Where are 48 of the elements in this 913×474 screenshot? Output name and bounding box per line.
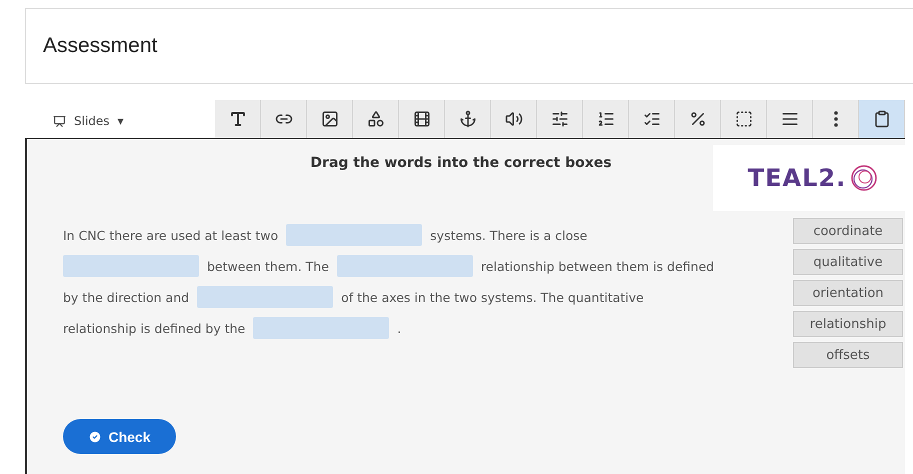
toolbar-button[interactable] — [859, 100, 905, 138]
word-chip[interactable]: relationship — [793, 311, 903, 337]
dashed-square-icon — [734, 110, 752, 128]
check-icon — [88, 430, 102, 444]
sentence-text: systems. There is a close — [430, 228, 588, 242]
sentence-text: between them. The — [207, 258, 329, 274]
numbered-list-icon — [596, 110, 614, 128]
shapes-icon — [366, 110, 384, 128]
toolbar-button[interactable] — [399, 100, 445, 138]
toolbar-button[interactable] — [261, 100, 307, 138]
toolbar-button[interactable] — [629, 100, 675, 138]
toolbar-button[interactable] — [583, 100, 629, 138]
toolbar-button[interactable] — [491, 100, 537, 138]
word-chip[interactable]: offsets — [793, 342, 903, 368]
sentence-text: relationship between them is defined — [480, 258, 714, 274]
toolbar-button[interactable] — [537, 100, 583, 138]
toolbar-button[interactable] — [445, 100, 491, 138]
rings-icon — [850, 164, 878, 192]
toolbar-button[interactable] — [307, 100, 353, 138]
percent-icon — [688, 110, 706, 128]
check-button[interactable]: Check — [63, 419, 176, 454]
sentence-text: . — [397, 320, 402, 336]
speaker-icon — [504, 110, 522, 128]
slides-icon — [53, 114, 66, 128]
title-field[interactable]: Assessment — [25, 8, 913, 84]
sentence-text: by the direction and — [63, 290, 190, 304]
sliders-icon — [550, 110, 568, 128]
toolbar-button[interactable] — [721, 100, 767, 138]
toolbar-button[interactable] — [353, 100, 399, 138]
word-chip[interactable]: orientation — [793, 280, 903, 306]
toolbar-button[interactable] — [675, 100, 721, 138]
anchor-icon — [458, 110, 476, 128]
word-chip[interactable]: coordinate — [793, 218, 903, 244]
exercise-heading: Drag the words into the correct boxes — [309, 154, 613, 171]
slides-menu[interactable]: Slides ▾ — [25, 114, 215, 138]
sentence-text: relationship is defined by the — [63, 320, 246, 336]
sentence-text: In CNC there are used at least two — [63, 228, 278, 242]
image-icon — [320, 110, 338, 128]
text-icon — [228, 110, 246, 128]
more-icon — [834, 111, 838, 127]
toolbar-button[interactable] — [215, 100, 261, 138]
checklist-icon — [642, 110, 660, 128]
toolbar-button[interactable] — [767, 100, 813, 138]
clipboard-icon — [872, 110, 890, 128]
sentence-text: of the axes in the two systems. The quantitative — [341, 290, 644, 304]
word-chip[interactable]: qualitative — [793, 249, 903, 275]
lines-icon — [780, 110, 798, 128]
film-icon — [412, 110, 430, 128]
